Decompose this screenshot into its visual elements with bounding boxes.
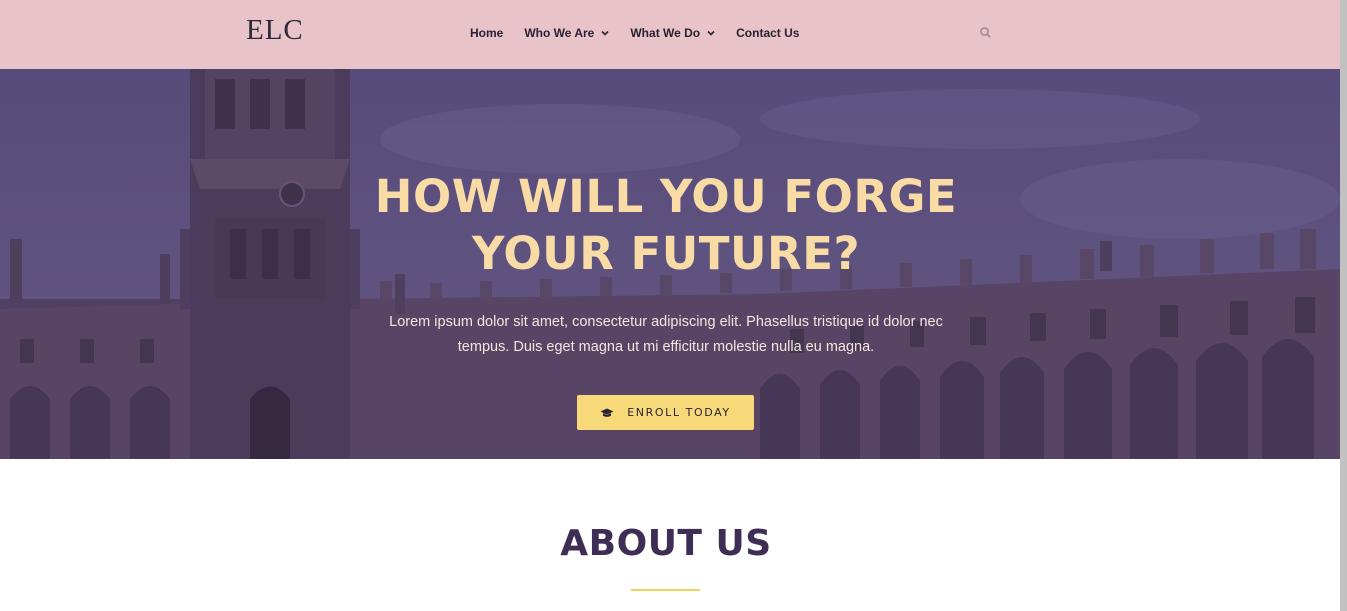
hero-title-line: HOW WILL YOU FORGE — [374, 170, 958, 223]
site-logo[interactable]: ELC — [246, 14, 304, 47]
search-icon[interactable] — [978, 25, 994, 41]
site-header: ELC Home Who We Are What We Do Contact U… — [0, 0, 1340, 69]
hero-title: HOW WILL YOU FORGE YOUR FUTURE? — [0, 168, 1332, 282]
nav-item-label: Home — [470, 26, 504, 40]
chevron-down-icon — [601, 30, 609, 36]
nav-item-who-we-are[interactable]: Who We Are — [524, 25, 609, 41]
about-divider — [631, 589, 700, 591]
enroll-button-label: ENROLL TODAY — [627, 406, 731, 419]
hero-title-line: YOUR FUTURE? — [471, 227, 861, 280]
hero-description: Lorem ipsum dolor sit amet, consectetur … — [389, 314, 943, 355]
about-title: ABOUT US — [560, 523, 772, 564]
main-nav: Home Who We Are What We Do Contact Us — [470, 25, 820, 41]
scrollbar-thumb[interactable] — [1340, 0, 1347, 611]
hero-banner: HOW WILL YOU FORGE YOUR FUTURE? Lorem ip… — [0, 69, 1340, 459]
graduation-cap-icon — [600, 408, 614, 417]
nav-item-contact-us[interactable]: Contact Us — [736, 25, 799, 41]
nav-item-label: Contact Us — [736, 26, 800, 40]
nav-item-what-we-do[interactable]: What We Do — [630, 25, 715, 41]
chevron-down-icon — [707, 30, 715, 36]
nav-item-label: Who We Are — [524, 26, 595, 40]
page-scrollbar[interactable] — [1340, 0, 1347, 611]
nav-item-home[interactable]: Home — [470, 25, 503, 41]
nav-item-label: What We Do — [630, 26, 701, 40]
enroll-today-button[interactable]: ENROLL TODAY — [577, 395, 754, 430]
